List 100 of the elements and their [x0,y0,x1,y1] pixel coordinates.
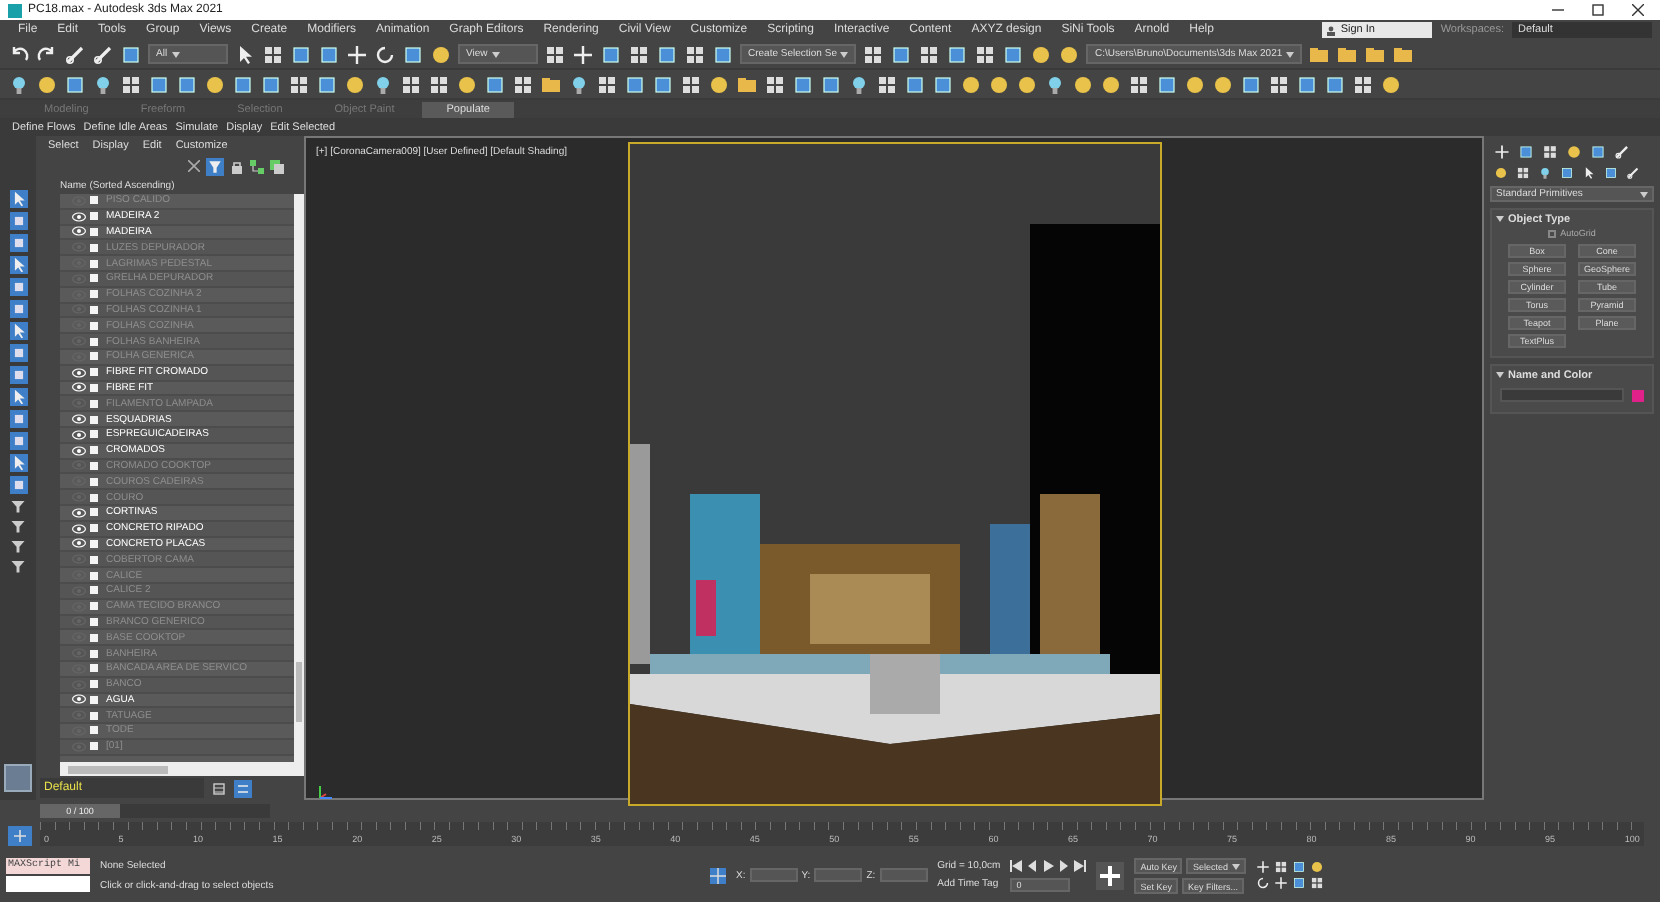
layers-icon[interactable] [270,159,284,173]
light-bulb-icon[interactable] [372,73,394,95]
grid-icon[interactable] [1273,860,1288,874]
eye-icon[interactable] [72,429,86,440]
caret-icon[interactable] [491,51,500,57]
light-bulb-icon[interactable] [1044,73,1066,95]
collapse-arrow-icon[interactable] [1496,216,1504,224]
caret-icon[interactable] [1231,863,1240,869]
cursor-icon[interactable] [1582,166,1596,180]
eye-icon[interactable] [72,523,86,534]
grid-icon[interactable] [596,73,618,95]
grid-icon[interactable] [428,73,450,95]
caret-icon[interactable] [1286,51,1295,57]
light-bulb-icon[interactable] [848,73,870,95]
cursor-icon[interactable] [234,43,256,65]
folder-icon[interactable] [736,73,758,95]
eye-icon[interactable] [72,538,86,549]
move-icon[interactable] [1255,860,1270,874]
grid-icon[interactable] [764,73,786,95]
cursor-icon[interactable] [9,190,27,208]
sphere-icon[interactable] [204,73,226,95]
sphere-icon[interactable] [1030,43,1053,65]
eye-icon[interactable] [72,211,86,222]
grid-icon[interactable] [1268,73,1290,95]
minimize-icon[interactable] [1552,4,1564,16]
grid-icon[interactable] [974,43,997,65]
layer-thumbnail[interactable] [4,764,32,792]
move-icon[interactable] [1494,144,1510,160]
eye-icon[interactable] [72,226,86,237]
folder-icon[interactable] [1364,43,1387,65]
cube-icon[interactable] [600,43,622,65]
cursor-icon[interactable] [9,256,27,274]
grid-icon[interactable] [262,43,284,65]
grid-icon[interactable] [512,73,534,95]
collapse-arrow-icon[interactable] [1496,372,1504,380]
sphere-icon[interactable] [430,43,452,65]
sphere-icon[interactable] [1072,73,1094,95]
cube-icon[interactable] [1296,73,1318,95]
cube-icon[interactable] [1324,73,1346,95]
cursor-icon[interactable] [9,322,27,340]
folder-icon[interactable] [1392,43,1415,65]
sphere-icon[interactable] [1494,166,1508,180]
cube-icon[interactable] [792,73,814,95]
link-icon[interactable] [1614,144,1630,160]
layer-icon[interactable] [234,779,252,797]
grid-icon[interactable] [400,73,422,95]
cursor-icon[interactable] [9,454,27,472]
cube-icon[interactable] [260,73,282,95]
cube-icon[interactable] [318,43,340,65]
scrollbar[interactable] [294,194,304,762]
grid-icon[interactable] [544,43,566,65]
sphere-icon[interactable] [344,73,366,95]
grid-icon[interactable] [680,73,702,95]
light-bulb-icon[interactable] [8,73,30,95]
grid-icon[interactable] [1352,73,1374,95]
sphere-icon[interactable] [1100,73,1122,95]
go-to-end-icon[interactable] [1074,859,1087,871]
eye-icon[interactable] [72,382,86,393]
grid-icon[interactable] [628,43,650,65]
cube-icon[interactable] [148,73,170,95]
name-field[interactable] [1500,388,1624,402]
cube-icon[interactable] [946,43,969,65]
set-key-icon[interactable] [1096,861,1125,889]
light-bulb-icon[interactable] [568,73,590,95]
cube-icon[interactable] [232,73,254,95]
filter-icon[interactable] [206,157,224,175]
eye-icon[interactable] [72,694,86,705]
previous-frame-icon[interactable] [1026,859,1039,871]
cube-icon[interactable] [1518,144,1534,160]
caret-icon[interactable] [1640,191,1648,197]
script-input-field[interactable] [6,876,90,892]
layer-icon[interactable] [212,781,226,795]
play-icon[interactable] [1042,859,1055,871]
lock-icon[interactable] [230,159,244,173]
grid-icon[interactable] [1516,166,1530,180]
move-icon[interactable] [1273,876,1288,890]
next-frame-icon[interactable] [1058,859,1071,871]
grid-icon[interactable] [1542,144,1558,160]
sphere-icon[interactable] [1566,144,1582,160]
sphere-icon[interactable] [708,73,730,95]
color-swatch[interactable] [1632,389,1644,401]
grid-icon[interactable] [684,43,706,65]
link-icon[interactable] [92,43,114,65]
cube-icon[interactable] [656,43,678,65]
scrollbar[interactable] [60,762,304,776]
light-bulb-icon[interactable] [1538,166,1552,180]
light-bulb-icon[interactable] [92,73,114,95]
move-icon[interactable] [572,43,594,65]
cube-icon[interactable] [484,73,506,95]
cube-icon[interactable] [820,73,842,95]
sphere-icon[interactable] [988,73,1010,95]
grid-icon[interactable] [1128,73,1150,95]
sphere-icon[interactable] [1058,43,1081,65]
cube-icon[interactable] [904,73,926,95]
close-icon[interactable] [1632,4,1644,16]
cube-icon[interactable] [316,73,338,95]
folder-icon[interactable] [1308,43,1331,65]
go-to-start-icon[interactable] [1010,859,1023,871]
cube-icon[interactable] [120,43,142,65]
eye-icon[interactable] [72,414,86,425]
